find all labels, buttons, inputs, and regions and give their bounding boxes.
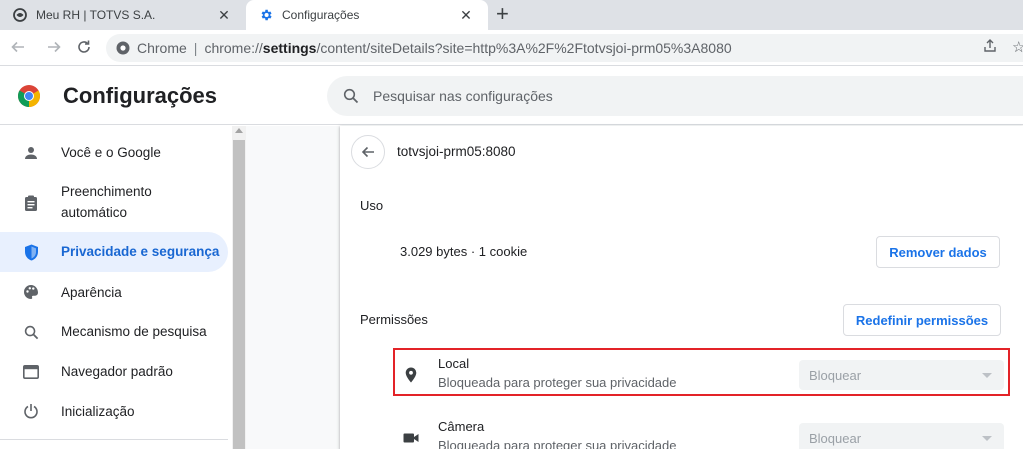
search-icon: [343, 88, 359, 104]
person-icon: [22, 144, 40, 162]
permission-title: Câmera: [438, 419, 485, 434]
reload-icon[interactable]: [74, 37, 94, 57]
permissions-heading: Permissões: [360, 312, 428, 327]
scroll-up-arrow-icon[interactable]: [235, 128, 243, 133]
sidebar-item-label: Privacidade e segurança: [61, 244, 220, 259]
chrome-logo-icon: [17, 84, 41, 108]
sidebar-item-inicializacao[interactable]: Inicialização: [0, 392, 228, 432]
sidebar-item-navegador-padrao[interactable]: Navegador padrão: [0, 352, 228, 392]
tab-meu-rh[interactable]: Meu RH | TOTVS S.A. ✕: [0, 0, 246, 30]
sidebar-item-label: Preenchimento: [61, 184, 152, 199]
settings-header: Configurações Pesquisar nas configuraçõe…: [0, 67, 1023, 125]
sidebar-item-mecanismo-de-pesquisa[interactable]: Mecanismo de pesquisa: [0, 312, 228, 352]
camera-icon: [402, 429, 420, 447]
clipboard-icon: [22, 194, 40, 212]
highlight-box: [393, 348, 1010, 396]
close-tab-icon[interactable]: ✕: [458, 7, 474, 23]
toolbar: Chrome | chrome://settings/content/siteD…: [0, 30, 1023, 66]
reset-permissions-button[interactable]: Redefinir permissões: [843, 304, 1001, 336]
url-path: /content/siteDetails?site=http%3A%2F%2Ft…: [316, 40, 732, 56]
sidebar-item-preenchimento[interactable]: Preenchimento automático: [0, 177, 228, 229]
tab-title: Meu RH | TOTVS S.A.: [36, 8, 156, 22]
url-host: settings: [262, 40, 317, 56]
sidebar-item-privacidade[interactable]: Privacidade e segurança: [0, 232, 228, 272]
back-arrow-icon[interactable]: [8, 37, 28, 57]
search-input[interactable]: Pesquisar nas configurações: [327, 76, 1023, 116]
permission-row-camera: Câmera Bloqueada para proteger sua priva…: [394, 417, 1010, 449]
sidebar-item-label: Navegador padrão: [61, 364, 173, 379]
site-details-card: totvsjoi-prm05:8080 Uso 3.029 bytes · 1 …: [340, 126, 1023, 449]
back-arrow-icon: [361, 146, 374, 158]
tab-configuracoes[interactable]: Configurações ✕: [246, 0, 488, 30]
close-tab-icon[interactable]: ✕: [216, 7, 232, 23]
scrollbar-thumb[interactable]: [233, 140, 245, 449]
browser-icon: [22, 363, 40, 381]
url-prefix: chrome://: [204, 40, 263, 56]
chevron-down-icon: [982, 436, 992, 441]
sidebar: Você e o Google Preenchimento automático…: [0, 126, 232, 449]
usage-heading: Uso: [360, 198, 384, 213]
share-icon[interactable]: [982, 38, 998, 58]
sidebar-item-label: Você e o Google: [61, 145, 161, 160]
search-icon: [22, 323, 40, 341]
chrome-logo-icon: [116, 41, 137, 55]
sidebar-item-label-line2: automático: [61, 205, 128, 220]
page-title: Configurações: [63, 83, 218, 108]
sidebar-item-aparencia[interactable]: Aparência: [0, 273, 228, 313]
remove-data-button[interactable]: Remover dados: [876, 236, 1000, 268]
permission-subtitle: Bloqueada para proteger sua privacidade: [438, 438, 677, 449]
gear-icon: [258, 7, 274, 23]
tab-title: Configurações: [282, 8, 360, 22]
palette-icon: [22, 283, 40, 301]
bookmark-star-icon[interactable]: ☆: [1012, 38, 1023, 56]
sidebar-item-label: Mecanismo de pesquisa: [61, 324, 207, 339]
sidebar-divider: [0, 439, 228, 440]
sidebar-item-voce-e-o-google[interactable]: Você e o Google: [0, 133, 228, 173]
power-icon: [22, 402, 40, 420]
search-placeholder: Pesquisar nas configurações: [373, 88, 553, 104]
address-bar[interactable]: Chrome | chrome://settings/content/siteD…: [106, 34, 1023, 62]
site-chip-label: Chrome: [137, 40, 187, 56]
site-name: totvsjoi-prm05:8080: [397, 144, 516, 159]
back-button[interactable]: [351, 135, 385, 169]
tab-strip: Meu RH | TOTVS S.A. ✕ Configurações ✕ +: [0, 0, 1023, 30]
sidebar-item-label: Aparência: [61, 285, 122, 300]
sidebar-scrollbar[interactable]: [232, 126, 246, 449]
totvs-logo-icon: [12, 7, 28, 23]
chip-separator: |: [193, 40, 198, 56]
usage-text: 3.029 bytes · 1 cookie: [400, 244, 528, 259]
new-tab-icon[interactable]: +: [496, 3, 509, 25]
shield-icon: [22, 243, 40, 261]
select-value: Bloquear: [809, 430, 862, 446]
camera-permission-select[interactable]: Bloquear: [799, 423, 1004, 449]
forward-arrow-icon[interactable]: [44, 37, 64, 57]
sidebar-item-label: Inicialização: [61, 404, 135, 419]
